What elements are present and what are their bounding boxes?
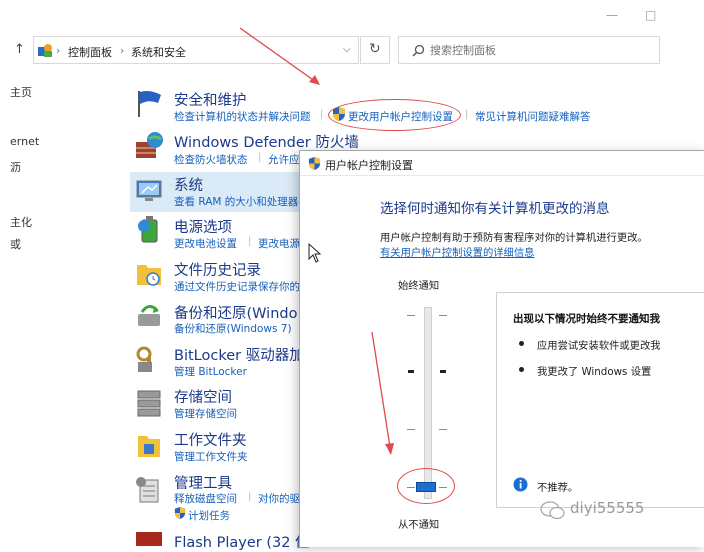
annotation-arrowhead [309, 75, 320, 85]
annotation-arrow-line [239, 27, 317, 83]
annotation-ellipse-slider [397, 468, 455, 504]
wechat-icon [540, 501, 565, 520]
annotation-arrowhead [385, 443, 394, 455]
annotation-ellipse-uac-link [328, 99, 461, 131]
watermark-text: diyi55555 [570, 499, 645, 517]
annotation-arrow-line [371, 331, 391, 448]
annotation-overlay [239, 27, 394, 455]
